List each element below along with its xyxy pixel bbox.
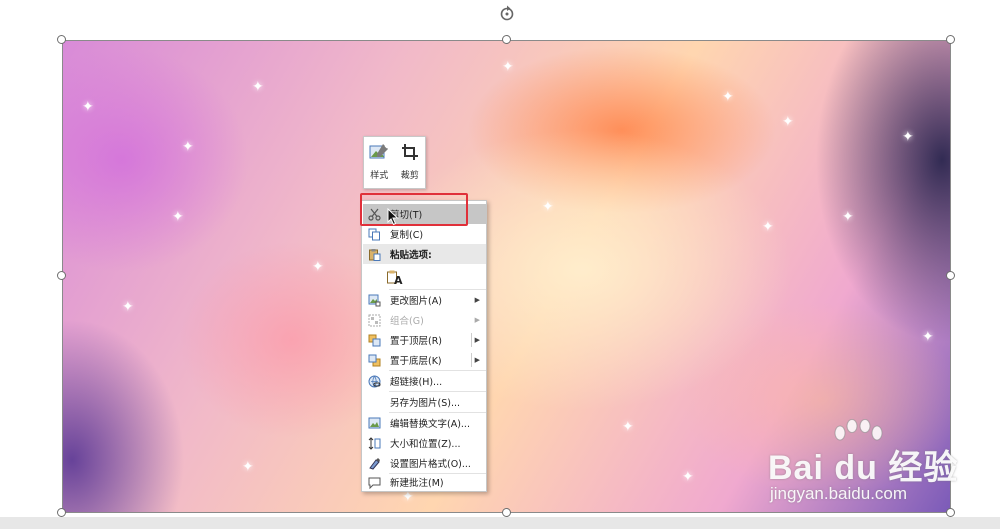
mini-toolbar: 样式 裁剪 (363, 136, 426, 189)
menu-item-paste-options: 粘贴选项: (363, 244, 486, 264)
split-divider (471, 353, 472, 367)
context-menu: 剪切(T) 复制(C) 粘贴选项: A 更改图片(A) ▶ 组合(G) ▶ 置于… (361, 200, 487, 492)
mouse-cursor-icon (387, 208, 399, 226)
rotate-handle-icon[interactable] (498, 4, 516, 22)
change-picture-icon (363, 290, 385, 310)
crop-button[interactable]: 裁剪 (395, 137, 426, 188)
sparkle-decoration: ✦ (782, 114, 794, 130)
paste-text-only-icon: A (387, 265, 403, 287)
menu-item-hyperlink[interactable]: 超链接(H)... (363, 371, 486, 391)
resize-handle-top[interactable] (502, 35, 511, 44)
sparkle-decoration: ✦ (622, 419, 634, 435)
menu-item-label: 新建批注(M) (390, 478, 444, 489)
send-to-back-icon (363, 350, 385, 370)
bring-to-front-icon (363, 330, 385, 350)
sparkle-decoration: ✦ (122, 299, 134, 315)
resize-handle-bottom-left[interactable] (57, 508, 66, 517)
sparkle-decoration: ✦ (82, 99, 94, 115)
copy-icon (363, 224, 385, 244)
menu-item-label: 复制(C) (390, 230, 424, 241)
sparkle-decoration: ✦ (722, 89, 734, 105)
sparkle-decoration: ✦ (762, 219, 774, 235)
baidu-watermark-url: jingyan.baidu.com (770, 484, 908, 503)
menu-item-bring-to-front[interactable]: 置于顶层(R) ▶ (363, 330, 486, 350)
baidu-watermark-text: Bai du 经验 (768, 449, 959, 487)
menu-item-copy[interactable]: 复制(C) (363, 224, 486, 244)
submenu-arrow-icon: ▶ (474, 316, 480, 324)
new-comment-icon (363, 472, 385, 492)
menu-item-format-picture[interactable]: 设置图片格式(O)... (363, 453, 486, 473)
scissors-icon (363, 204, 385, 224)
menu-item-edit-alt-text[interactable]: 编辑替换文字(A)... (363, 413, 486, 433)
paste-option-text-only[interactable]: A (363, 264, 486, 288)
sparkle-decoration: ✦ (402, 489, 414, 505)
menu-item-save-as-picture[interactable]: 另存为图片(S)... (363, 392, 486, 412)
style-button[interactable]: 样式 (364, 137, 395, 188)
style-button-label: 样式 (370, 171, 389, 181)
resize-handle-right[interactable] (946, 271, 955, 280)
menu-item-send-to-back[interactable]: 置于底层(K) ▶ (363, 350, 486, 370)
menu-item-new-comment[interactable]: 新建批注(M) (363, 472, 486, 492)
sparkle-decoration: ✦ (242, 459, 254, 475)
menu-item-label: 超链接(H)... (390, 377, 443, 388)
resize-handle-left[interactable] (57, 271, 66, 280)
sparkle-decoration: ✦ (182, 139, 194, 155)
menu-item-label: 组合(G) (390, 316, 424, 327)
resize-handle-bottom[interactable] (502, 508, 511, 517)
sparkle-decoration: ✦ (922, 329, 934, 345)
alt-text-icon (363, 413, 385, 433)
submenu-arrow-icon[interactable]: ▶ (475, 356, 480, 364)
paste-icon (363, 244, 385, 264)
format-picture-icon (363, 453, 385, 473)
sparkle-decoration: ✦ (312, 259, 324, 275)
menu-item-group: 组合(G) ▶ (363, 310, 486, 330)
sparkle-decoration: ✦ (502, 59, 514, 75)
menu-item-cut[interactable]: 剪切(T) (363, 204, 486, 224)
sparkle-decoration: ✦ (172, 209, 184, 225)
resize-handle-bottom-right[interactable] (946, 508, 955, 517)
menu-item-label: 大小和位置(Z)... (390, 439, 461, 450)
split-divider (471, 333, 472, 347)
menu-item-label: 编辑替换文字(A)... (390, 419, 470, 430)
size-position-icon (363, 433, 385, 453)
menu-item-label: 置于顶层(R) (390, 336, 443, 347)
sparkle-decoration: ✦ (252, 79, 264, 95)
bottom-status-strip (0, 517, 1000, 529)
sparkle-decoration: ✦ (682, 469, 694, 485)
submenu-arrow-icon: ▶ (474, 296, 480, 304)
menu-item-label: 更改图片(A) (390, 296, 442, 307)
menu-item-size-and-position[interactable]: 大小和位置(Z)... (363, 433, 486, 453)
sparkle-decoration: ✦ (542, 199, 554, 215)
menu-item-label: 设置图片格式(O)... (390, 459, 471, 470)
hyperlink-icon (363, 371, 385, 391)
resize-handle-top-left[interactable] (57, 35, 66, 44)
powerpoint-slide-canvas: ✦ ✦ ✦ ✦ ✦ ✦ ✦ ✦ ✦ ✦ ✦ ✦ ✦ ✦ ✦ ✦ ✦ ✦ 样式 裁… (0, 0, 1000, 529)
menu-item-label: 另存为图片(S)... (390, 398, 461, 409)
menu-item-change-picture[interactable]: 更改图片(A) ▶ (363, 290, 486, 310)
crop-icon (401, 144, 418, 160)
menu-item-label: 粘贴选项: (390, 250, 432, 261)
group-icon (363, 310, 385, 330)
picture-style-icon (369, 144, 389, 159)
menu-item-label: 置于底层(K) (390, 356, 442, 367)
crop-button-label: 裁剪 (400, 171, 419, 181)
sparkle-decoration: ✦ (842, 209, 854, 225)
sparkle-decoration: ✦ (902, 129, 914, 145)
submenu-arrow-icon[interactable]: ▶ (475, 336, 480, 344)
resize-handle-top-right[interactable] (946, 35, 955, 44)
